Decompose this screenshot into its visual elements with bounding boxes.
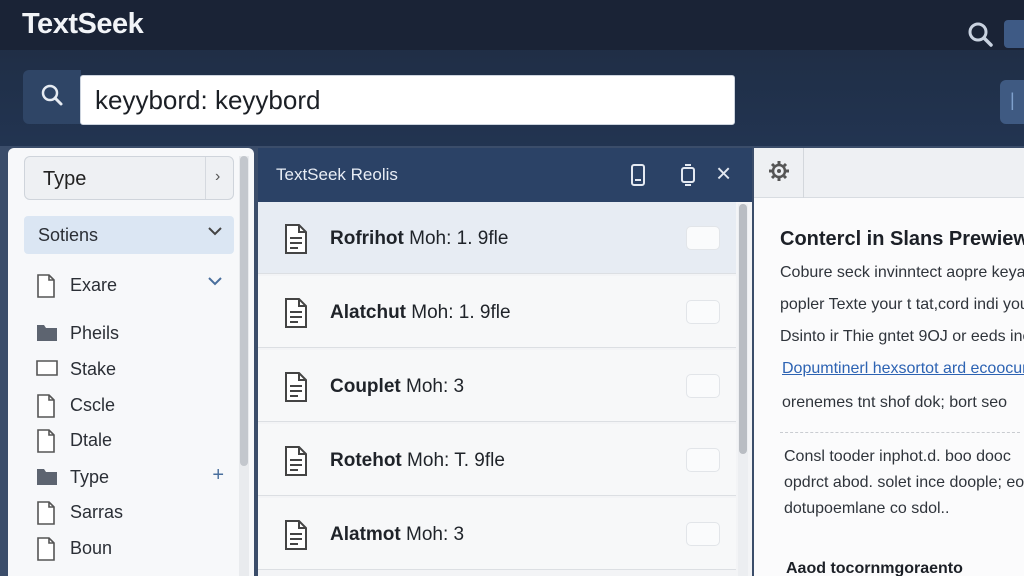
folder-outline-icon xyxy=(36,358,58,380)
chevron-down-icon xyxy=(206,222,224,246)
folder-icon xyxy=(36,466,58,488)
preview-line: Cobure seck invinntect aopre keyarr xyxy=(780,264,1024,281)
sidebar-item-pheils[interactable]: Pheils xyxy=(24,314,234,352)
sidebar-item-label: Pheils xyxy=(70,323,120,343)
result-label: Alatchut Moh: 1. 9fle xyxy=(330,302,511,324)
sidebar-item-type[interactable]: Type + xyxy=(24,458,234,496)
result-title: Alatmot xyxy=(330,524,401,545)
sidebar-item-cscle[interactable]: Cscle xyxy=(24,386,234,424)
document-icon xyxy=(284,224,308,254)
pipe-icon: | xyxy=(1010,90,1015,110)
result-row[interactable]: Alatchut Moh: 1. 9fle xyxy=(258,276,736,348)
sidebar-scrollbar[interactable] xyxy=(239,156,249,576)
result-toggle[interactable] xyxy=(686,300,720,324)
result-meta: Moh: 3 xyxy=(406,524,465,545)
results-title: TextSeek Reolis xyxy=(276,165,398,184)
results-scroll-thumb[interactable] xyxy=(739,204,747,454)
file-icon xyxy=(36,501,58,525)
result-row[interactable]: Rotehot Moh: T. 9fle xyxy=(258,424,736,496)
document-icon xyxy=(284,372,308,402)
sidebar-scroll-thumb[interactable] xyxy=(240,156,248,466)
preview-line: Consl tooder inphot.d. boo dooc xyxy=(784,448,1011,465)
sidebar-item-label: Stake xyxy=(70,359,117,379)
sidebar-item-sotiens[interactable]: Sotiens xyxy=(24,216,234,254)
title-accent-button[interactable] xyxy=(1004,20,1024,48)
preview-toolbar xyxy=(754,148,1024,198)
result-meta: Moh: 3 xyxy=(406,376,465,397)
result-toggle[interactable] xyxy=(686,448,720,472)
title-bar: TextSeek xyxy=(0,0,1024,50)
preview-line: dotupoemlane co sdol.. xyxy=(784,500,950,517)
sidebar-item-sarras[interactable]: Sarras xyxy=(24,493,234,531)
sidebar-item-label: Cscle xyxy=(70,395,116,415)
results-scrollbar[interactable] xyxy=(738,204,748,576)
result-toggle[interactable] xyxy=(686,374,720,398)
document-icon xyxy=(284,520,308,550)
chevron-right-icon: › xyxy=(205,157,233,199)
file-icon xyxy=(36,394,58,418)
result-meta: Moh: 1. 9fle xyxy=(411,302,511,323)
result-meta: Moh: T. 9fle xyxy=(407,450,505,471)
result-row[interactable]: Couplet Moh: 3 xyxy=(258,350,736,422)
watch-icon[interactable] xyxy=(676,163,700,187)
result-toggle[interactable] xyxy=(686,226,720,250)
sidebar-item-label: Boun xyxy=(70,538,113,558)
preview-link[interactable]: Dopumtinerl hexsortot ard ecoocur xyxy=(782,360,1024,378)
sidebar-item-dtale[interactable]: Dtale xyxy=(24,421,234,459)
result-title: Rotehot xyxy=(330,450,402,471)
sidebar-item-label: Dtale xyxy=(70,430,113,450)
result-label: Rofrihot Moh: 1. 9fle xyxy=(330,228,508,250)
sidebar-item-boun[interactable]: Boun xyxy=(24,529,234,567)
sidebar-item-stake[interactable]: Stake xyxy=(24,350,234,388)
result-toggle[interactable] xyxy=(686,522,720,546)
results-header: TextSeek Reolis × xyxy=(258,148,752,202)
sidebar-item-exare[interactable]: Exare xyxy=(24,266,234,304)
document-icon xyxy=(284,298,308,328)
settings-button[interactable] xyxy=(754,148,804,198)
folder-icon xyxy=(36,322,58,344)
file-icon xyxy=(36,274,58,298)
result-row[interactable]: Rofrihot Moh: 1. 9fle xyxy=(258,202,736,274)
preview-heading: Contercl in Slans Prewiews: xyxy=(780,228,1024,250)
preview-divider xyxy=(780,432,1020,433)
preview-line: orenemes tnt shof dok; bort seo xyxy=(782,394,1008,411)
app-title: TextSeek xyxy=(22,8,144,40)
sidebar-item-label: Type xyxy=(70,467,110,487)
preview-line: opdrct abod. solet ince doople; eo xyxy=(784,474,1024,491)
result-title: Couplet xyxy=(330,376,401,397)
search-input[interactable] xyxy=(80,75,735,125)
search-icon xyxy=(39,82,65,113)
file-icon xyxy=(36,429,58,453)
preview-line: popler Texte your t tat,cord indi you xyxy=(780,296,1024,313)
result-title: Alatchut xyxy=(330,302,406,323)
add-icon[interactable]: + xyxy=(212,464,224,487)
close-icon[interactable]: × xyxy=(716,158,740,188)
result-label: Alatmot Moh: 3 xyxy=(330,524,464,546)
result-label: Rotehot Moh: T. 9fle xyxy=(330,450,505,472)
phone-icon[interactable] xyxy=(626,163,650,187)
filter-toggle-button[interactable]: | xyxy=(1000,80,1024,124)
chevron-down-icon xyxy=(206,272,224,296)
preview-section-title: Aaod tocornmgoraento xyxy=(786,560,963,576)
result-row[interactable]: Alatmot Moh: 3 xyxy=(258,498,736,570)
results-panel: TextSeek Reolis × Rofrihot Moh: 1. 9fle … xyxy=(258,148,752,576)
gear-icon xyxy=(768,160,790,187)
result-meta: Moh: 1. 9fle xyxy=(409,228,509,249)
result-label: Couplet Moh: 3 xyxy=(330,376,464,398)
type-select-label: Type xyxy=(43,168,87,190)
sidebar-item-label: Sotiens xyxy=(38,225,99,245)
file-icon xyxy=(36,537,58,561)
type-select[interactable]: Type › xyxy=(24,156,234,200)
document-icon xyxy=(284,446,308,476)
result-title: Rofrihot xyxy=(330,228,404,249)
sidebar-item-label: Sarras xyxy=(70,502,124,522)
search-icon[interactable] xyxy=(966,20,994,48)
search-button[interactable] xyxy=(23,70,81,124)
sidebar: Type › Sotiens Exare Pheils Stake Cscle xyxy=(8,148,254,576)
sidebar-item-label: Exare xyxy=(70,275,118,295)
preview-line: Dsinto ir Thie gntet 9OJ or eeds ine xyxy=(780,328,1024,345)
